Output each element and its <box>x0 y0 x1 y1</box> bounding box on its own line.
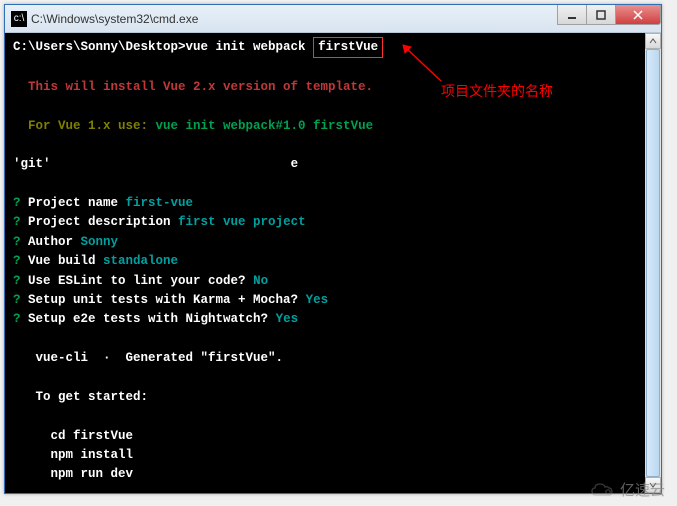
maximize-icon <box>596 10 606 20</box>
question-eslint: ? Use ESLint to lint your code? No <box>13 272 653 291</box>
cmd-icon: c:\ <box>11 11 27 27</box>
question-description: ? Project description first vue project <box>13 213 653 232</box>
install-message: This will install Vue 2.x version of tem… <box>13 78 653 97</box>
scroll-track[interactable] <box>645 49 661 477</box>
question-karma: ? Setup unit tests with Karma + Mocha? Y… <box>13 291 653 310</box>
chevron-up-icon <box>649 37 657 45</box>
maximize-button[interactable] <box>586 5 616 25</box>
cloud-icon <box>590 481 616 499</box>
question-author: ? Author Sonny <box>13 233 653 252</box>
window-controls <box>558 5 661 25</box>
close-button[interactable] <box>615 5 661 25</box>
vue1-hint: For Vue 1.x use: vue init webpack#1.0 fi… <box>13 117 653 136</box>
minimize-button[interactable] <box>557 5 587 25</box>
generated-message: vue-cli · Generated "firstVue". <box>13 349 653 368</box>
cmd-cd: cd firstVue <box>13 427 653 446</box>
question-project-name: ? Project name first-vue <box>13 194 653 213</box>
watermark: 亿速云 <box>590 479 665 500</box>
git-line: 'git' е <box>13 155 653 174</box>
prompt-line: C:\Users\Sonny\Desktop>vue init webpack … <box>13 37 653 58</box>
question-nightwatch: ? Setup e2e tests with Nightwatch? Yes <box>13 310 653 329</box>
terminal-area[interactable]: C:\Users\Sonny\Desktop>vue init webpack … <box>5 33 661 493</box>
vertical-scrollbar[interactable] <box>645 33 661 493</box>
cmd-window: c:\ C:\Windows\system32\cmd.exe C:\Users… <box>4 4 662 494</box>
window-title: C:\Windows\system32\cmd.exe <box>31 12 198 26</box>
close-icon <box>633 10 643 20</box>
scroll-up-button[interactable] <box>645 33 661 49</box>
titlebar[interactable]: c:\ C:\Windows\system32\cmd.exe <box>5 5 661 33</box>
question-vue-build: ? Vue build standalone <box>13 252 653 271</box>
cmd-npm-install: npm install <box>13 446 653 465</box>
annotation-text: 项目文件夹的名称 <box>441 81 553 103</box>
minimize-icon <box>567 10 577 20</box>
watermark-text: 亿速云 <box>620 479 665 500</box>
scroll-thumb[interactable] <box>646 49 660 477</box>
project-name-highlight: firstVue <box>313 37 383 58</box>
get-started-label: To get started: <box>13 388 653 407</box>
cmd-npm-run-dev: npm run dev <box>13 465 653 484</box>
